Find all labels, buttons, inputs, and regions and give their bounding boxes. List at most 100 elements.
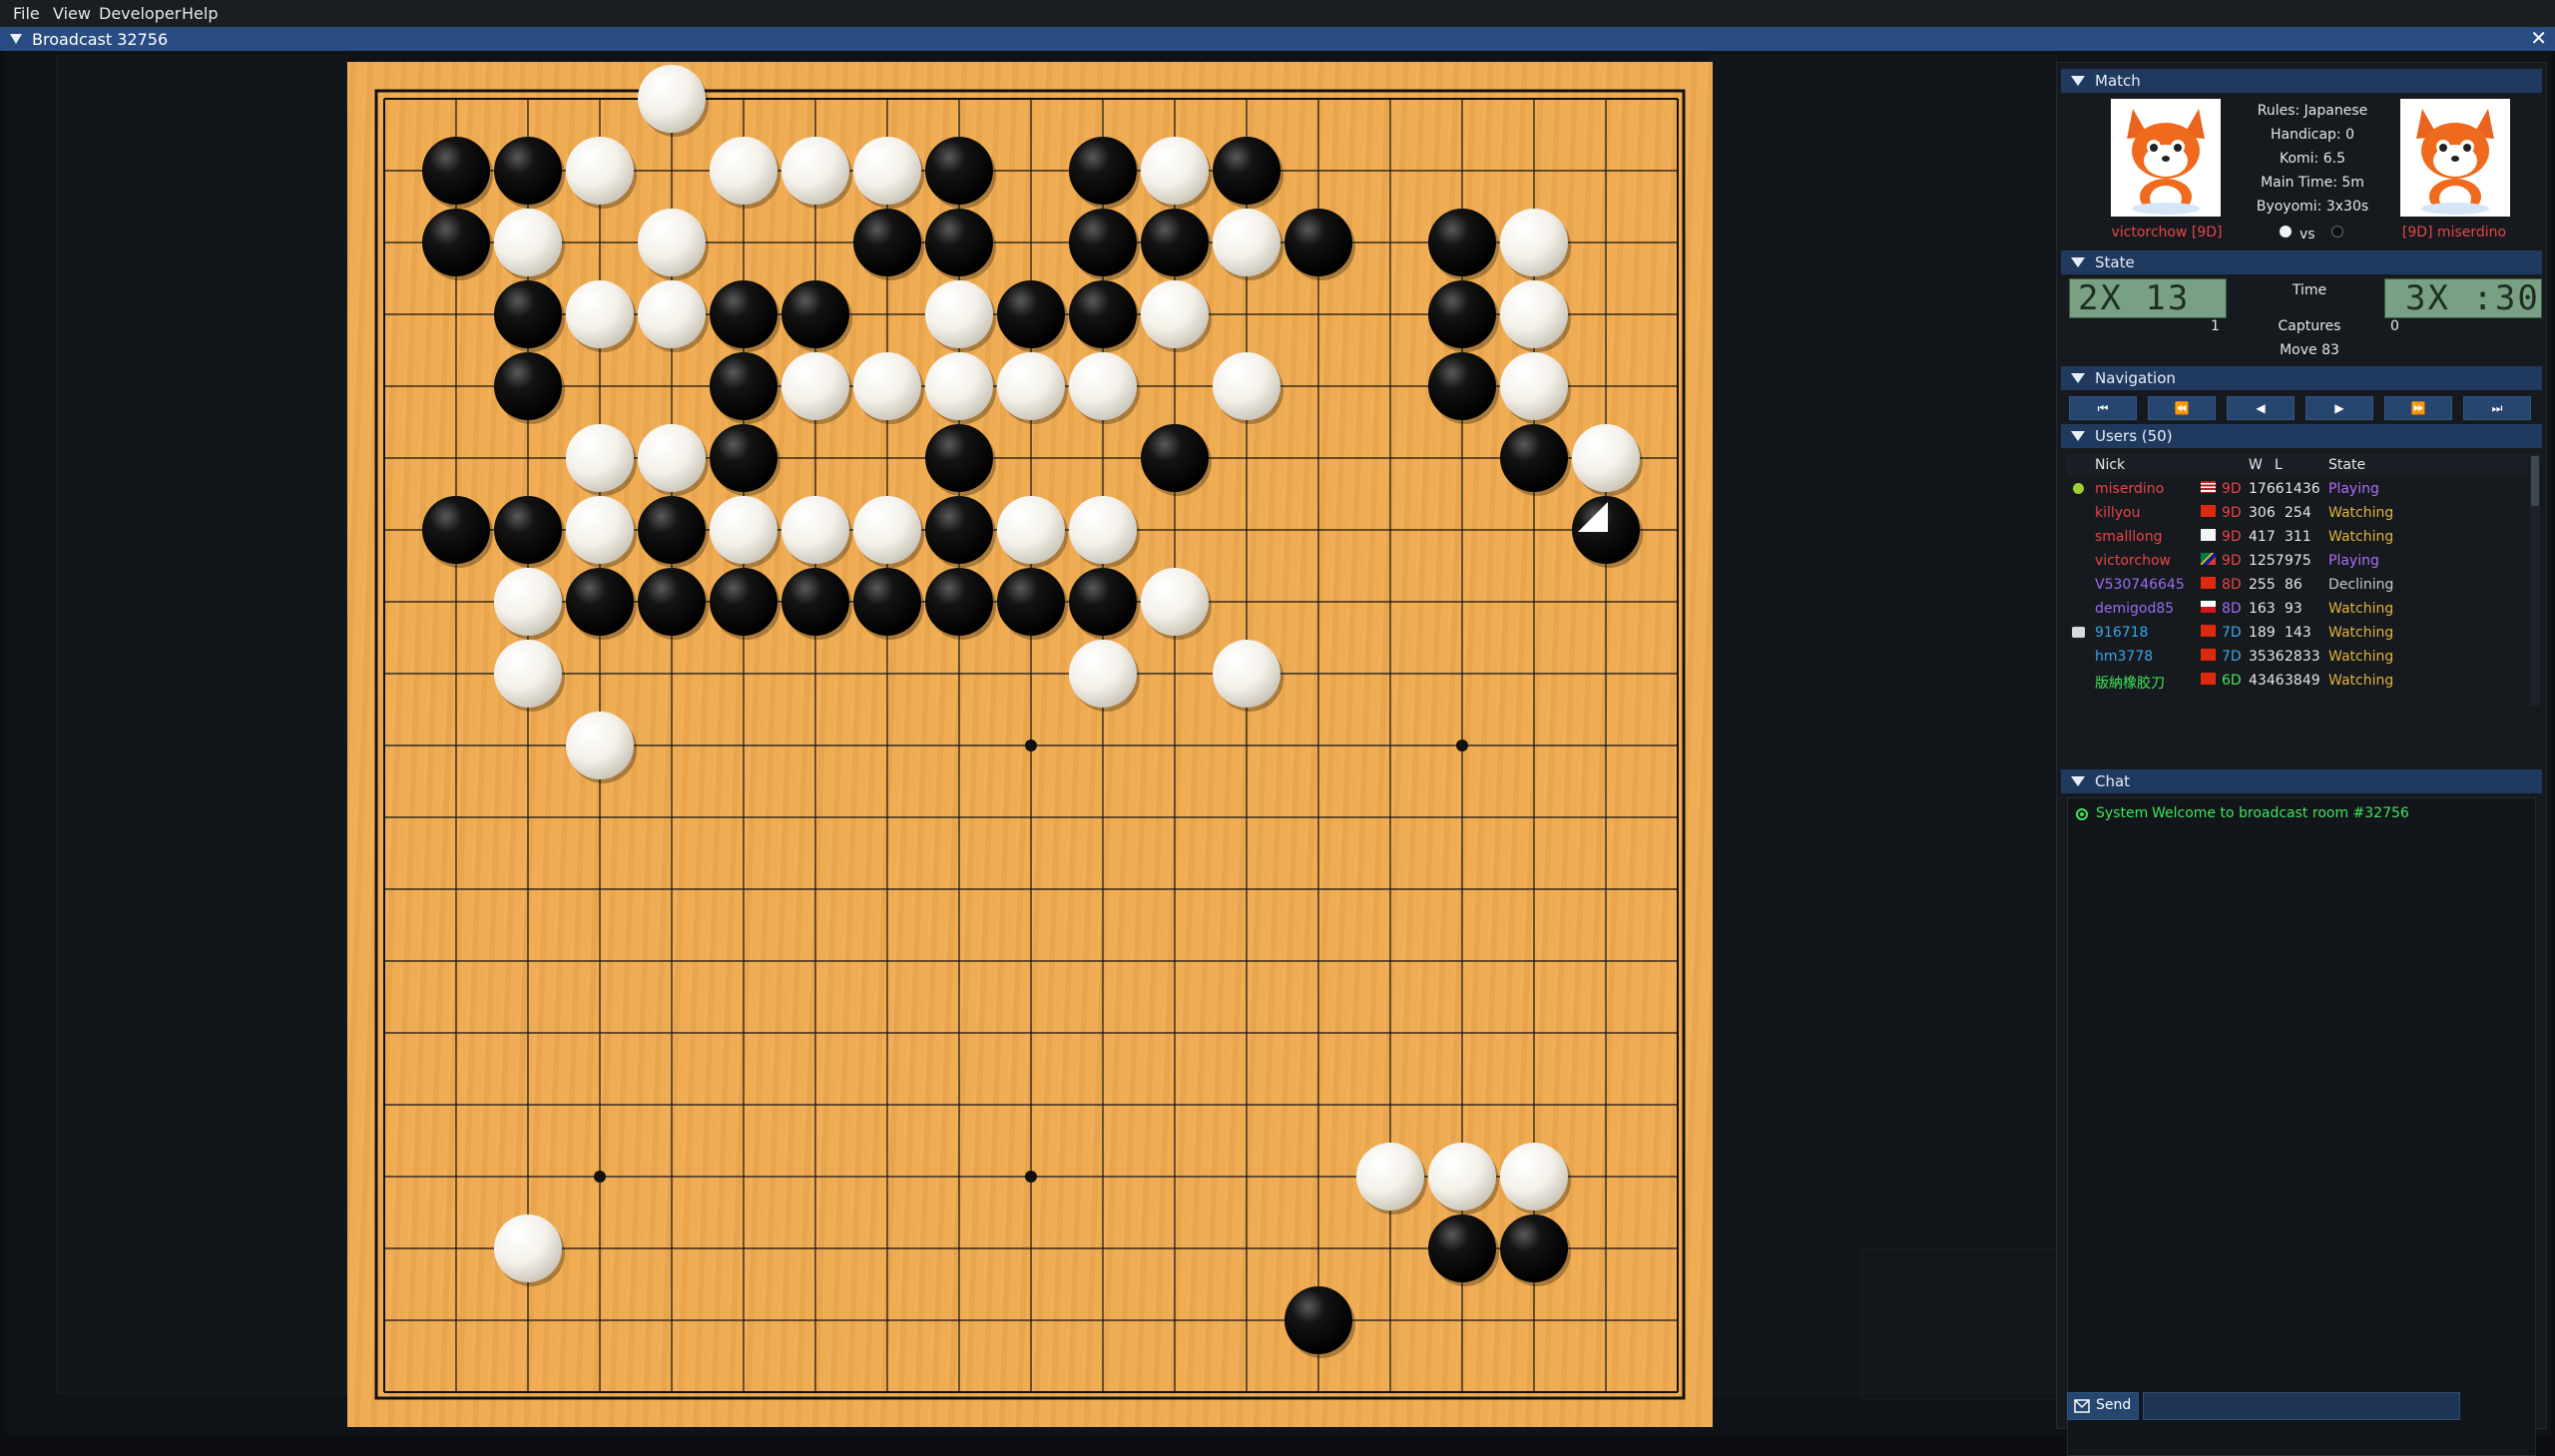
black-stone [997,568,1065,636]
scrollbar-thumb[interactable] [2531,456,2539,506]
user-row[interactable]: killyou 9D 306 254 Watching [2067,502,2528,526]
first-move-icon: ⏮ [2097,401,2109,415]
star-point [1025,1171,1037,1183]
country-flag-icon [2201,601,2216,613]
collapse-arrow-icon[interactable] [2071,257,2085,267]
match-section-header[interactable]: Match [2061,69,2542,93]
white-stone [566,280,634,348]
board-canvas[interactable] [347,62,1713,1427]
white-stone [494,640,562,708]
first-move-button[interactable]: ⏮ [2069,396,2137,420]
user-losses: 3849 [2285,673,2320,689]
vs-text: vs [2300,227,2315,243]
white-stone [1356,1143,1424,1211]
user-state: Declining [2328,577,2394,593]
column-nick[interactable]: Nick [2095,457,2125,473]
user-row[interactable]: miserdino 9D 1766 1436 Playing [2067,478,2528,502]
left-player-clock: 2X 13 [2069,278,2227,318]
left-player-name[interactable]: victorchow [9D] [2087,225,2247,241]
black-stone [422,137,490,205]
collapse-arrow-icon[interactable] [2071,76,2085,86]
black-stone [1213,137,1280,205]
black-stone [1428,280,1496,348]
window-title-bar[interactable]: Broadcast 32756 ✕ [0,27,2555,51]
next-move-button[interactable]: ▶ [2305,396,2373,420]
user-nick: demigod85 [2095,601,2175,617]
robot-icon [2072,627,2085,638]
white-stone [710,137,777,205]
user-row[interactable]: V530746645 8D 255 86 Declining [2067,574,2528,598]
fast-forward-icon: ⏩ [2410,401,2426,415]
user-wins: 417 [2249,529,2276,545]
previous-move-button[interactable]: ◀ [2227,396,2295,420]
chat-section-header[interactable]: Chat [2061,769,2542,793]
user-row[interactable]: victorchow 9D 1257 975 Playing [2067,550,2528,574]
white-stone [1141,280,1209,348]
black-stone [710,424,777,492]
user-losses: 143 [2285,625,2311,641]
collapse-arrow-icon[interactable] [2071,776,2085,786]
column-state[interactable]: State [2328,457,2365,473]
user-rank: 7D [2222,649,2242,665]
column-losses[interactable]: L [2275,457,2283,473]
menu-file[interactable]: File [13,4,40,23]
white-stone [1428,1143,1496,1211]
user-rank: 8D [2222,577,2242,593]
users-table-header: Nick W L State [2067,454,2528,476]
user-rank: 7D [2222,625,2242,641]
next-move-icon: ▶ [2334,401,2344,415]
menu-bar: File View Developer Help [0,0,2555,28]
users-section-header[interactable]: Users (50) [2061,424,2542,448]
send-button[interactable]: Send [2067,1392,2139,1420]
black-stone [1069,137,1137,205]
white-stone [1141,568,1209,636]
window-title: Broadcast 32756 [32,30,169,49]
users-scrollbar[interactable] [2530,454,2540,706]
white-stone [566,496,634,564]
white-stone [566,137,634,205]
white-stone [638,65,706,133]
state-section-header[interactable]: State [2061,250,2542,274]
user-row[interactable]: hm3778 7D 3536 2833 Watching [2067,646,2528,670]
user-row[interactable]: smalllong 9D 417 311 Watching [2067,526,2528,550]
user-wins: 1257 [2249,553,2285,569]
close-window-button[interactable]: ✕ [2530,28,2547,48]
last-move-button[interactable]: ⏭ [2463,396,2531,420]
black-stone [925,568,993,636]
right-panel: Match Rules: Japanese Handicap: 0 Komi: … [2056,62,2547,1456]
column-wins[interactable]: W [2249,457,2263,473]
user-nick: smalllong [2095,529,2163,545]
collapse-window-icon[interactable] [10,34,22,44]
rewind-button[interactable]: ⏪ [2148,396,2216,420]
go-board[interactable] [347,62,1713,1427]
chat-log[interactable]: System Welcome to broadcast room #32756 [2067,797,2536,1456]
user-row[interactable]: demigod85 8D 163 93 Watching [2067,598,2528,622]
chat-input[interactable] [2143,1392,2460,1420]
country-flag-icon [2201,529,2216,541]
send-label: Send [2096,1397,2132,1413]
user-state: Watching [2328,529,2394,545]
user-rank: 6D [2222,673,2242,689]
black-stone [1069,209,1137,276]
white-stone [566,424,634,492]
user-nick: victorchow [2095,553,2171,569]
user-nick: killyou [2095,505,2141,521]
menu-help[interactable]: Help [182,4,218,23]
user-row[interactable]: 916718 7D 189 143 Watching [2067,622,2528,646]
navigation-section-header[interactable]: Navigation [2061,366,2542,390]
chat-text: Welcome to broadcast room #32756 [2152,805,2409,821]
black-stone [1500,424,1568,492]
collapse-arrow-icon[interactable] [2071,431,2085,441]
black-stone [710,352,777,420]
collapse-arrow-icon[interactable] [2071,373,2085,383]
menu-view[interactable]: View [53,4,91,23]
fast-forward-button[interactable]: ⏩ [2384,396,2452,420]
black-stone [853,568,921,636]
user-state: Playing [2328,481,2379,497]
last-move-icon: ⏭ [2491,401,2503,415]
menu-developer[interactable]: Developer [99,4,181,23]
right-player-name[interactable]: [9D] miserdino [2374,225,2534,241]
user-row[interactable]: 版納橡胶刀 6D 4346 3849 Watching [2067,670,2528,694]
black-stone [925,424,993,492]
user-rank: 9D [2222,553,2242,569]
